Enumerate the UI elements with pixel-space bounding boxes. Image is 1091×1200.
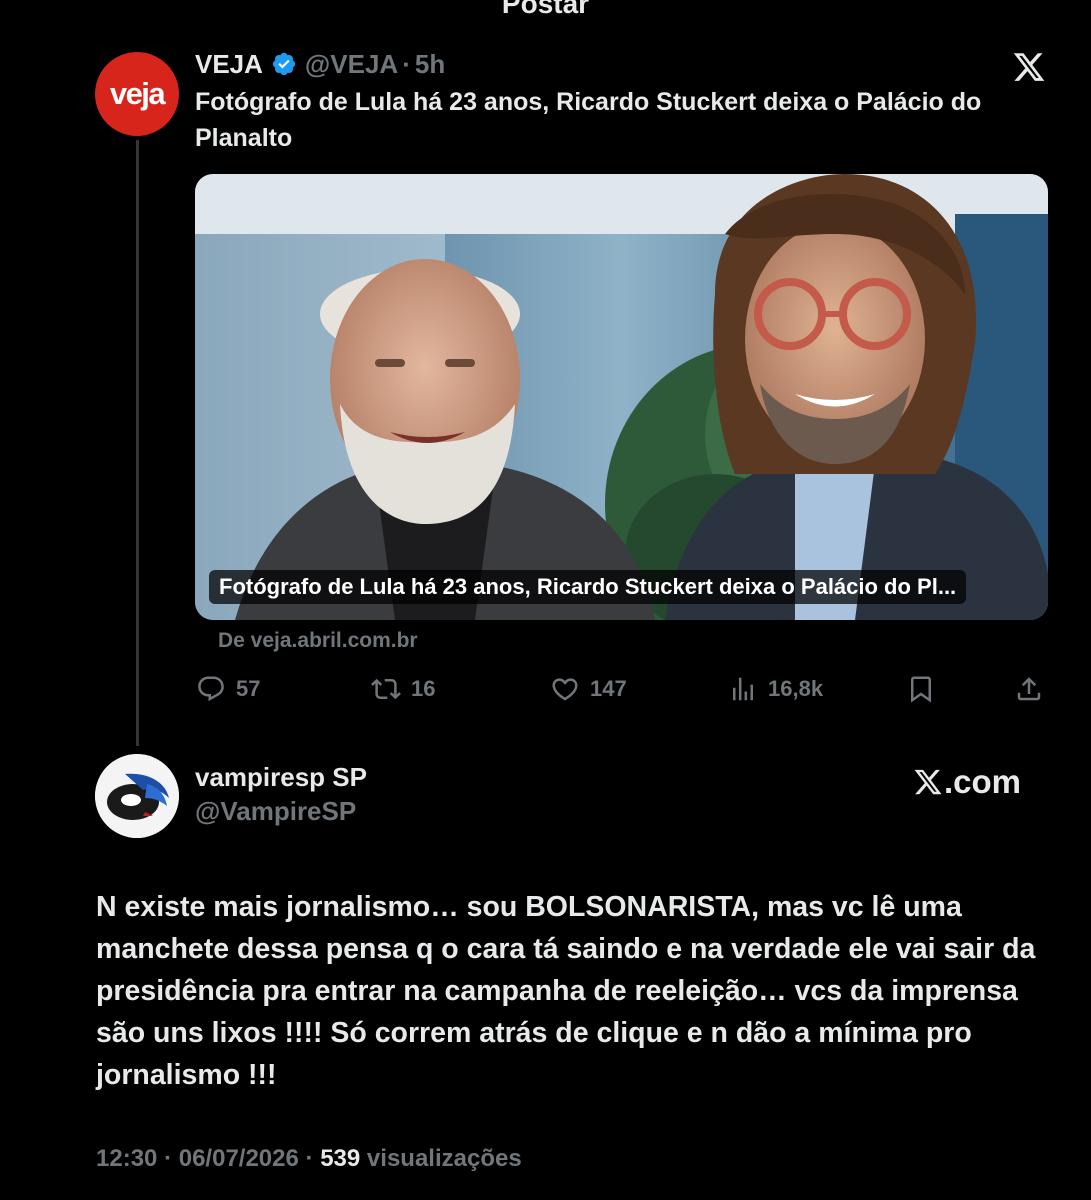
- reply-post-text: N existe mais jornalismo… sou BOLSONARIS…: [96, 891, 1036, 1091]
- post-metadata: 12:30 · 06/07/2026 · 539 visualizações: [96, 1145, 522, 1173]
- quoted-post-text: Fotógrafo de Lula há 23 anos, Ricardo St…: [195, 88, 982, 152]
- reply-icon: [198, 676, 224, 702]
- reply-author-name[interactable]: vampiresp SP: [195, 762, 367, 793]
- post-time[interactable]: 12:30: [96, 1145, 157, 1172]
- share-icon: [1017, 677, 1041, 701]
- vampire-logo: [95, 754, 179, 838]
- x-com-watermark: .com: [913, 762, 1021, 802]
- views-count: 539: [320, 1145, 361, 1172]
- x-logo-icon: [1013, 53, 1045, 81]
- repost-count: 16: [411, 676, 436, 701]
- repost-icon: [371, 678, 401, 700]
- views-label: visualizações: [366, 1145, 522, 1172]
- bookmark-icon: [911, 676, 931, 703]
- post-time[interactable]: 5h: [415, 49, 445, 80]
- reply-button[interactable]: 57: [196, 669, 260, 709]
- like-button[interactable]: 147: [550, 669, 627, 709]
- thread-connector-line: [136, 140, 139, 746]
- card-caption: Fotógrafo de Lula há 23 anos, Ricardo St…: [209, 570, 967, 604]
- page-title: Postar: [501, 0, 590, 19]
- veja-logo-text: veja: [109, 76, 166, 111]
- author-name[interactable]: VEJA: [195, 49, 263, 80]
- separator-dot: ·: [402, 48, 411, 79]
- author-handle[interactable]: @VEJA: [305, 49, 398, 80]
- x-logo-icon: [914, 769, 942, 795]
- separator-dot: ·: [164, 1145, 173, 1172]
- vampiresp-avatar[interactable]: [95, 754, 179, 838]
- repost-button[interactable]: 16: [371, 669, 435, 709]
- views-button[interactable]: 16,8k: [728, 669, 823, 709]
- quoted-post-header: VEJA @VEJA · 5h: [195, 46, 445, 82]
- post-action-bar: 57 16 147 16,8k: [196, 669, 1048, 709]
- like-count: 147: [590, 676, 627, 701]
- reply-author-handle[interactable]: @VampireSP: [195, 796, 356, 827]
- views-icon: [733, 677, 753, 701]
- link-preview-card[interactable]: Fotógrafo de Lula há 23 anos, Ricardo St…: [195, 174, 1048, 620]
- views-count: 16,8k: [768, 676, 824, 701]
- article-photo: [195, 174, 1048, 620]
- veja-avatar[interactable]: veja: [95, 52, 179, 136]
- share-button[interactable]: [1014, 669, 1044, 709]
- post-date[interactable]: 06/07/2026: [179, 1145, 299, 1172]
- reply-count: 57: [236, 676, 261, 701]
- heart-icon: [552, 678, 578, 701]
- bookmark-button[interactable]: [906, 669, 936, 709]
- separator-dot: ·: [305, 1145, 314, 1172]
- card-source-link[interactable]: De veja.abril.com.br: [218, 629, 418, 653]
- verified-badge-icon: [272, 52, 296, 76]
- post-screenshot: Postar veja VEJA @VEJA · 5h Fotógrafo de…: [0, 0, 1091, 1200]
- x-com-label: .com: [944, 763, 1022, 800]
